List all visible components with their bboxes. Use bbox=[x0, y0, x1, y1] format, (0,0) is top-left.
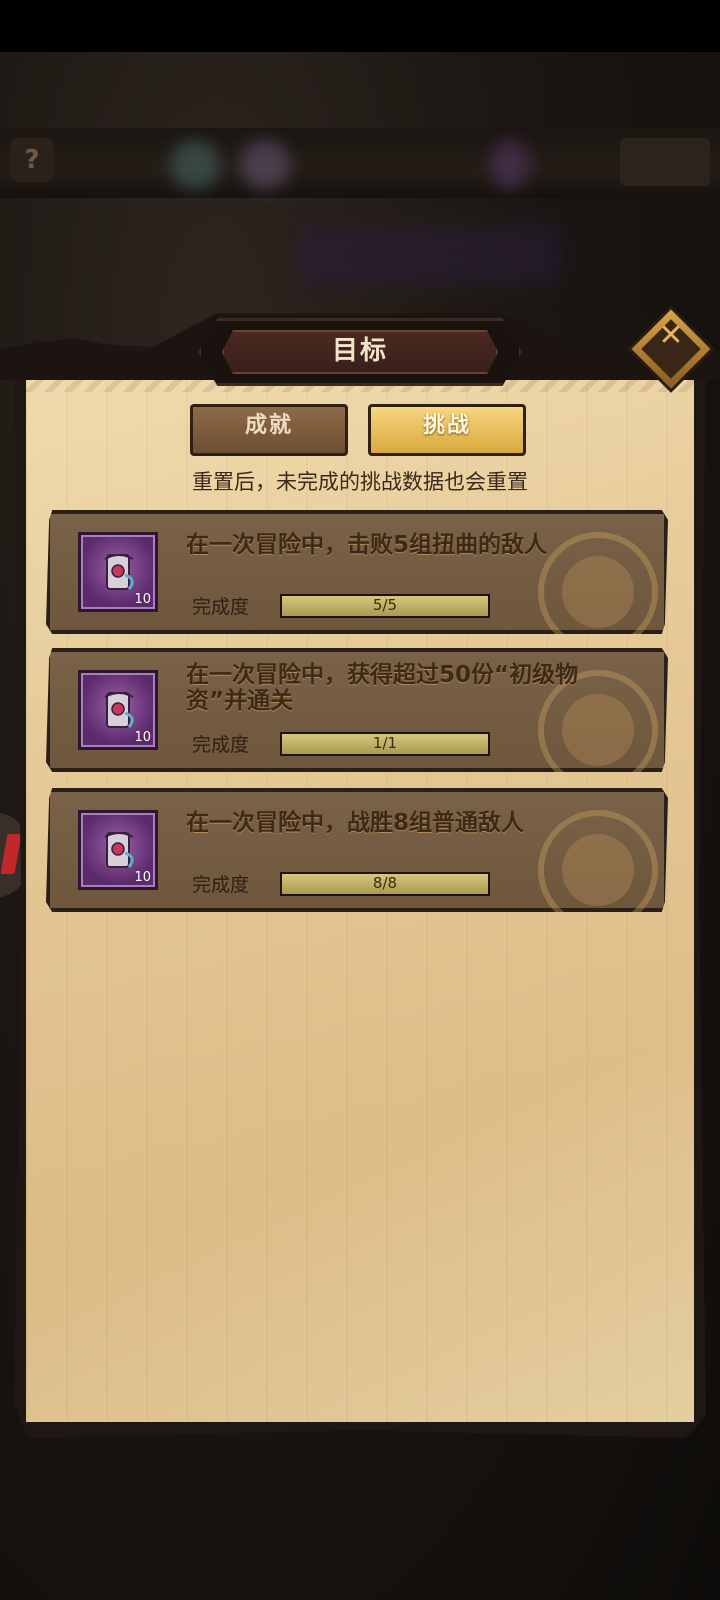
scroll-item-icon bbox=[104, 692, 134, 728]
background-banner bbox=[300, 225, 560, 285]
reward-item[interactable]: 10 bbox=[78, 532, 158, 612]
progress-value: 1/1 bbox=[372, 734, 398, 752]
status-bar bbox=[0, 0, 720, 52]
background-blob-icon bbox=[240, 140, 290, 190]
background-blob-icon bbox=[170, 140, 220, 190]
emblem-seal-inner bbox=[562, 834, 634, 906]
background-help-icon: ? bbox=[10, 138, 54, 182]
tab-achievements[interactable]: 成就 bbox=[190, 404, 348, 456]
challenge-title: 在一次冒险中，获得超过50份“初级物资”并通关 bbox=[186, 662, 579, 714]
close-icon[interactable]: ✕ bbox=[640, 318, 702, 380]
scroll-item-icon bbox=[104, 554, 134, 590]
reward-count: 10 bbox=[134, 592, 151, 607]
challenge-card: 10 在一次冒险中，获得超过50份“初级物资”并通关 完成度 1/1 bbox=[46, 648, 668, 772]
challenge-card: 10 在一次冒险中，战胜8组普通敌人 完成度 8/8 bbox=[46, 788, 668, 912]
progress-label: 完成度 bbox=[192, 596, 250, 618]
progress-bar: 5/5 bbox=[280, 594, 490, 618]
challenge-title: 在一次冒险中，击败5组扭曲的敌人 bbox=[186, 532, 548, 558]
side-tab-mark-icon bbox=[0, 834, 22, 874]
progress-label: 完成度 bbox=[192, 874, 250, 896]
challenge-title: 在一次冒险中，战胜8组普通敌人 bbox=[186, 810, 525, 836]
background-blob-icon bbox=[490, 140, 530, 190]
modal-title: 目标 bbox=[331, 336, 388, 366]
background-top-bar bbox=[0, 128, 720, 198]
challenge-card: 10 在一次冒险中，击败5组扭曲的敌人 完成度 5/5 bbox=[46, 510, 668, 634]
tab-challenges[interactable]: 挑战 bbox=[368, 404, 526, 456]
reward-item[interactable]: 10 bbox=[78, 670, 158, 750]
progress-value: 8/8 bbox=[372, 874, 398, 892]
reward-count: 10 bbox=[134, 730, 151, 745]
scroll-item-icon bbox=[104, 832, 134, 868]
reward-count: 10 bbox=[134, 870, 151, 885]
reset-note: 重置后，未完成的挑战数据也会重置 bbox=[192, 470, 528, 494]
background-button bbox=[620, 138, 710, 186]
progress-bar: 1/1 bbox=[280, 732, 490, 756]
reward-item[interactable]: 10 bbox=[78, 810, 158, 890]
progress-value: 5/5 bbox=[372, 596, 398, 614]
emblem-seal-inner bbox=[562, 556, 634, 628]
progress-label: 完成度 bbox=[192, 734, 250, 756]
progress-bar: 8/8 bbox=[280, 872, 490, 896]
